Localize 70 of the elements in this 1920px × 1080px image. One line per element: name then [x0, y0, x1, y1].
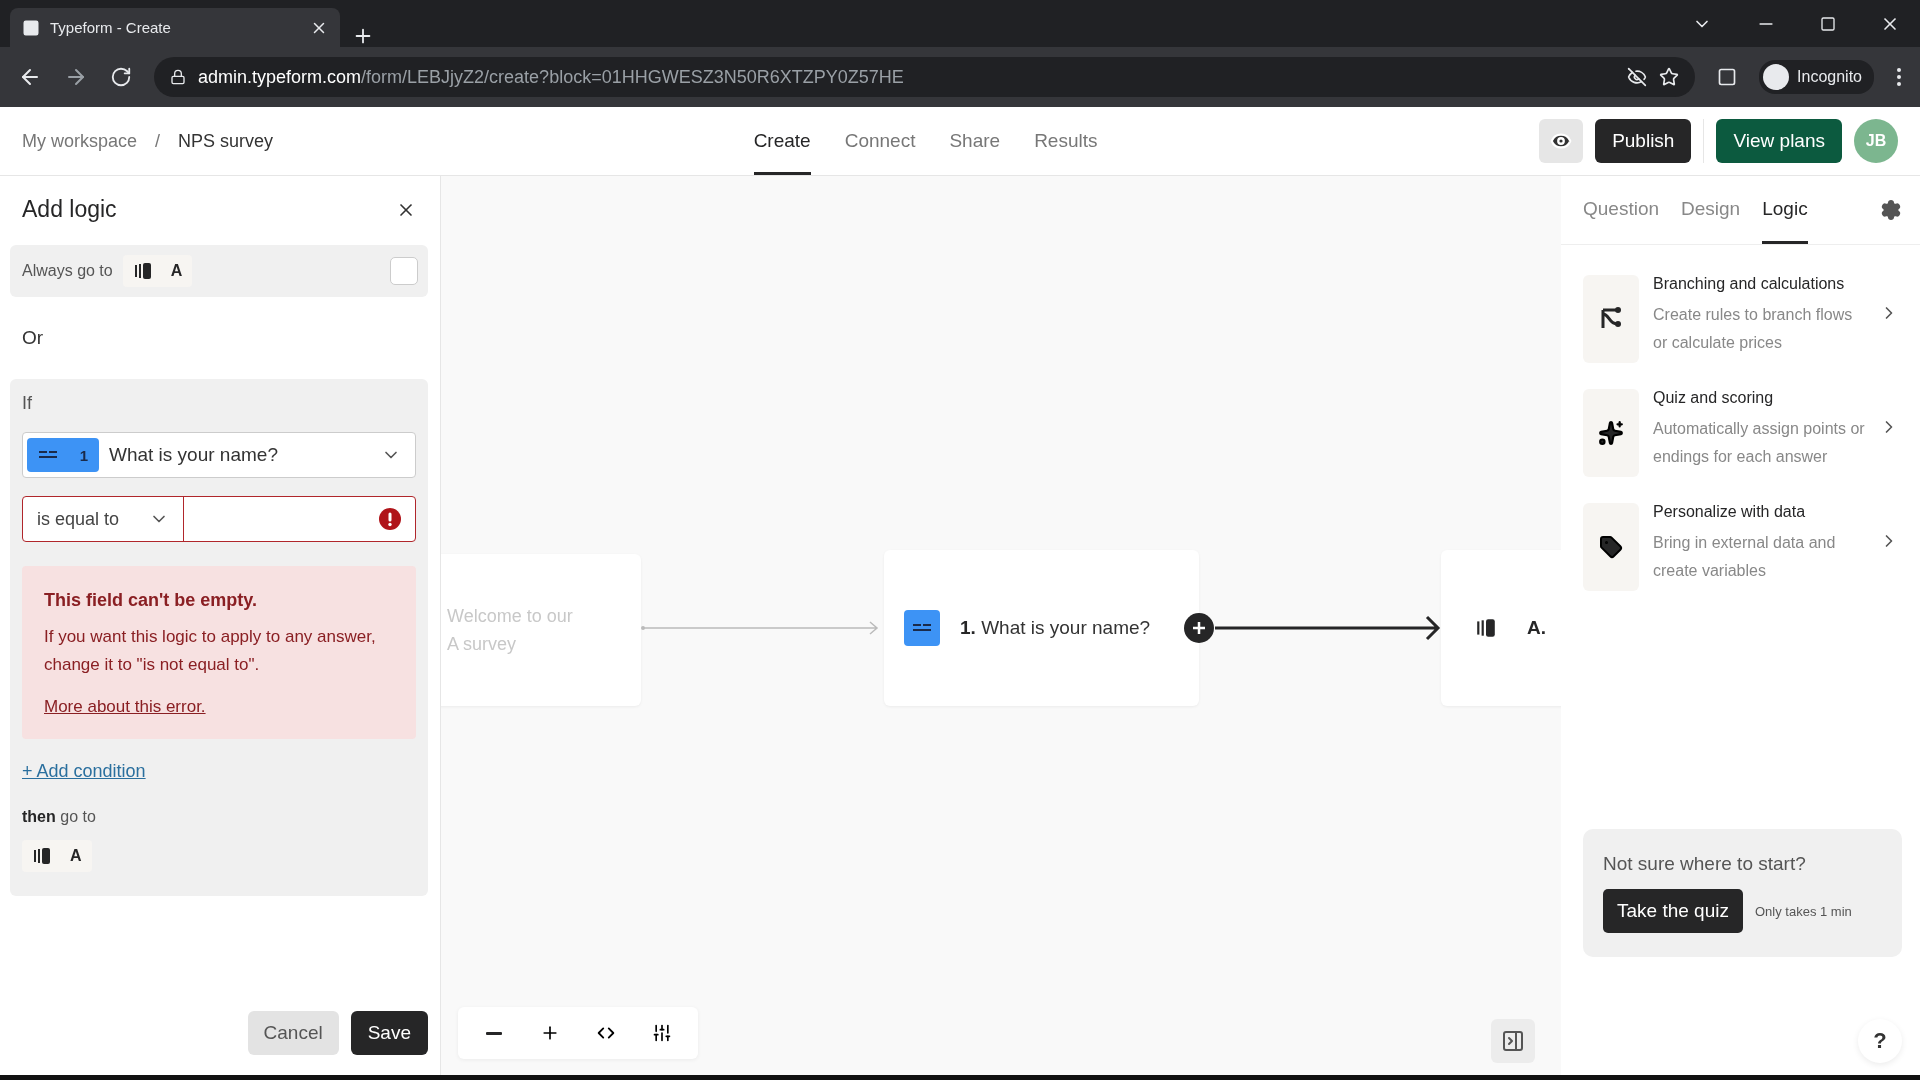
minus-icon — [486, 1031, 502, 1035]
url-text: admin.typeform.com/form/LEBJjyZ2/create?block=01HHGWESZ3N50R6XTZPY0Z57HE — [198, 66, 904, 88]
reload-icon[interactable] — [110, 66, 132, 88]
preview-button[interactable] — [1539, 119, 1584, 163]
breadcrumb-separator: / — [155, 130, 161, 152]
target-chip[interactable]: A — [122, 255, 193, 287]
feature-description: Bring in external data and create variables — [1653, 533, 1837, 581]
restore-icon[interactable] — [1820, 15, 1836, 32]
question-badge: 1 — [27, 438, 99, 472]
eye-off-icon[interactable] — [1627, 67, 1648, 87]
target-chip[interactable]: A — [22, 840, 92, 872]
error-help-link[interactable]: More about this error. — [44, 697, 394, 717]
panel-tab[interactable]: Question — [1583, 176, 1660, 244]
help-button[interactable]: ? — [1858, 1019, 1902, 1063]
ending-icon — [1475, 617, 1497, 639]
always-label: Always go to — [22, 262, 113, 280]
feature-item[interactable]: Quiz and scoring Automatically assign points or endings for each answer — [1583, 389, 1902, 477]
feature-title: Personalize with data — [1653, 503, 1807, 521]
error-message: If you want this logic to apply to any answer, change it to "is not equal to". — [44, 626, 377, 676]
question-node[interactable]: 1. What is your name? — [884, 550, 1199, 706]
nav-tab[interactable]: Results — [1034, 107, 1098, 175]
cancel-button[interactable]: Cancel — [247, 1011, 339, 1055]
nav-tab[interactable]: Connect — [844, 107, 916, 175]
site-icon — [22, 18, 40, 37]
sliders-icon — [652, 1023, 672, 1043]
feature-item[interactable]: Personalize with data Bring in external data and create variables — [1583, 503, 1902, 591]
checkbox[interactable] — [390, 257, 418, 285]
question-title: 1. What is your name? — [960, 617, 1151, 639]
incognito-icon — [1763, 64, 1790, 90]
bookmark-icon[interactable] — [1659, 67, 1680, 87]
short-text-icon — [904, 610, 940, 646]
browser-tab[interactable]: Typeform - Create — [10, 8, 340, 47]
feature-description: Create rules to branch flows or calculate prices — [1653, 305, 1854, 353]
quiz-note: Only takes 1 min — [1754, 903, 1852, 919]
sparkle-icon — [1598, 420, 1624, 446]
panel-tab[interactable]: Design — [1681, 176, 1741, 244]
feature-title: Branching and calculations — [1653, 275, 1846, 293]
publish-button[interactable]: Publish — [1595, 119, 1692, 163]
tag-icon — [1599, 535, 1623, 559]
panel-tab[interactable]: Logic — [1762, 176, 1808, 244]
lock-icon — [170, 69, 186, 85]
panel-icon — [1501, 1029, 1525, 1053]
ending-node[interactable]: A. — [1441, 550, 1561, 706]
feature-description: Automatically assign points or endings for each answer — [1653, 419, 1865, 467]
feature-title: Quiz and scoring — [1653, 389, 1775, 407]
error-title: This field can't be empty. — [44, 590, 258, 611]
address-bar[interactable]: admin.typeform.com/form/LEBJjyZ2/create?block=01HHGWESZ3N50R6XTZPY0Z57HE — [154, 57, 1696, 97]
tab-title: Typeform - Create — [50, 19, 171, 36]
ending-icon — [132, 261, 153, 281]
nav-tab[interactable]: Share — [949, 107, 1001, 175]
then-label: then go to — [22, 808, 97, 826]
save-button[interactable]: Save — [350, 1011, 428, 1055]
ending-icon — [32, 846, 52, 866]
profile-button[interactable]: Incognito — [1759, 60, 1874, 94]
take-quiz-button[interactable]: Take the quiz — [1603, 889, 1743, 933]
settings-icon[interactable] — [1880, 199, 1902, 221]
short-text-icon — [37, 449, 58, 461]
side-panel-icon[interactable] — [1717, 67, 1738, 87]
panel-toggle-button[interactable] — [1491, 1019, 1535, 1063]
question-select[interactable]: 1 What is your name? — [22, 432, 416, 478]
or-label: Or — [21, 326, 45, 350]
view-plans-button[interactable]: View plans — [1716, 119, 1842, 163]
breadcrumb-link[interactable]: My workspace — [22, 130, 138, 152]
panel-title: Add logic — [22, 196, 117, 223]
breadcrumb-link[interactable]: NPS survey — [178, 130, 274, 152]
feature-item[interactable]: Branching and calculations Create rules to branch flows or calculate prices — [1583, 275, 1902, 363]
add-condition-link[interactable]: + Add condition — [22, 761, 146, 782]
if-label: If — [22, 393, 33, 414]
quiz-prompt: Not sure where to start? — [1603, 853, 1807, 875]
menu-icon[interactable] — [1896, 66, 1902, 88]
